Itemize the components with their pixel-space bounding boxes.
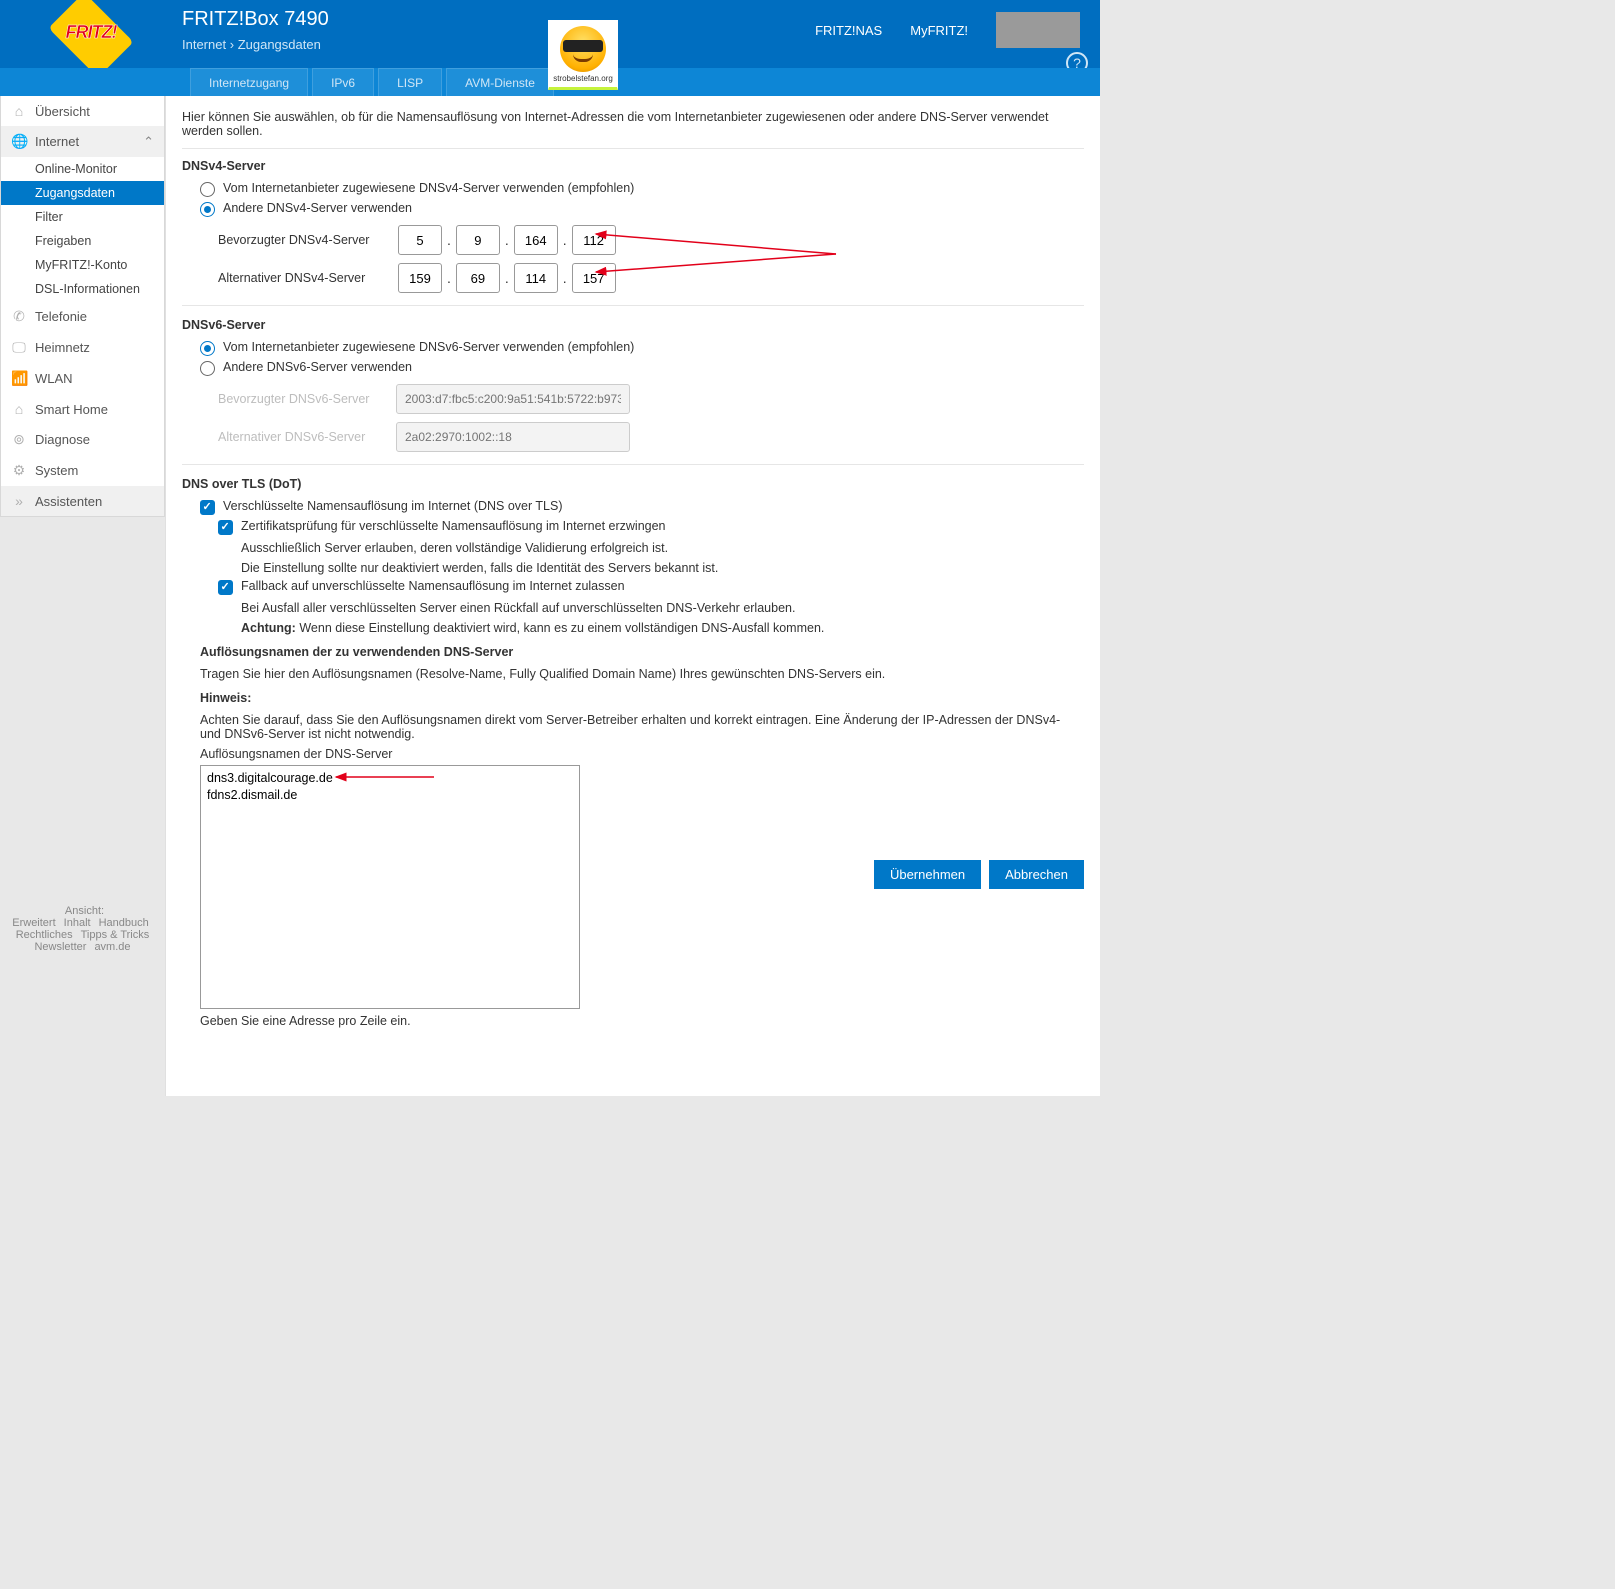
sidebar-item-smarthome[interactable]: ⌂Smart Home [1,394,164,424]
v4-alt-octet-4[interactable] [572,263,616,293]
v4-pref-octet-3[interactable] [514,225,558,255]
sidebar-item-filter[interactable]: Filter [1,205,164,229]
sidebar-item-telefonie[interactable]: ✆Telefonie [1,301,164,332]
hint-title: Hinweis: [200,691,1084,705]
tab-lisp[interactable]: LISP [378,68,442,96]
gear-icon: ⚙ [11,462,27,479]
intro-text: Hier können Sie auswählen, ob für die Na… [182,110,1084,149]
sidebar-item-internet[interactable]: 🌐Internet⌃ [1,126,164,157]
sidebar-item-assistenten[interactable]: »Assistenten [1,486,164,516]
v4-pref-octet-2[interactable] [456,225,500,255]
v6-alt-label: Alternativer DNSv6-Server [218,430,396,444]
v4-pref-label: Bevorzugter DNSv4-Server [218,233,396,247]
checkbox-dot-enable[interactable] [200,500,215,515]
radio-v4-provider[interactable] [200,182,215,197]
footer-newsletter[interactable]: Newsletter [34,941,86,953]
v4-pref-octet-4[interactable] [572,225,616,255]
breadcrumb-root[interactable]: Internet [182,37,226,52]
network-icon: 🖵 [11,339,27,356]
sidebar-item-uebersicht[interactable]: ⌂Übersicht [1,96,164,126]
footer-inhalt[interactable]: Inhalt [64,917,91,929]
resolve-names-textarea[interactable] [200,765,580,1009]
footer-avmde[interactable]: avm.de [94,941,130,953]
phone-icon: ✆ [11,308,27,325]
dnsv4-title: DNSv4-Server [182,159,1084,173]
v6-alt-input [396,422,630,452]
apply-button[interactable]: Übernehmen [874,860,981,889]
breadcrumb-leaf: Zugangsdaten [238,37,321,52]
wifi-icon: 📶 [11,370,27,387]
sidebar-item-freigaben[interactable]: Freigaben [1,229,164,253]
user-box[interactable] [996,12,1080,48]
sidebar-item-heimnetz[interactable]: 🖵Heimnetz [1,332,164,363]
v4-alt-octet-3[interactable] [514,263,558,293]
dot-title: DNS over TLS (DoT) [182,477,1084,491]
sidebar: ⌂Übersicht 🌐Internet⌃ Online-Monitor Zug… [0,96,165,517]
v6-pref-label: Bevorzugter DNSv6-Server [218,392,396,406]
tab-internetzugang[interactable]: Internetzugang [190,68,308,96]
sidebar-item-wlan[interactable]: 📶WLAN [1,363,164,394]
site-badge: strobelstefan.org [548,20,618,90]
globe-icon: 🌐 [11,133,27,150]
checkbox-dot-certcheck[interactable] [218,520,233,535]
nav-fritznas[interactable]: FRITZ!NAS [815,23,882,38]
sidebar-item-diagnose[interactable]: ⊚Diagnose [1,424,164,455]
content-area: Hier können Sie auswählen, ob für die Na… [165,96,1100,1096]
cancel-button[interactable]: Abbrechen [989,860,1084,889]
footer-tipps[interactable]: Tipps & Tricks [81,929,150,941]
dnsv6-title: DNSv6-Server [182,318,1084,332]
product-title: FRITZ!Box 7490 [182,8,815,31]
v4-pref-octet-1[interactable] [398,225,442,255]
smiley-icon [560,26,606,72]
logo[interactable]: FRITZ! [0,0,182,68]
v6-pref-input [396,384,630,414]
chevron-up-icon: ⌃ [143,134,154,150]
top-header: FRITZ! FRITZ!Box 7490 Internet › Zugangs… [0,0,1100,68]
wizard-icon: » [11,493,27,509]
home-icon: ⌂ [11,103,27,119]
breadcrumb: Internet › Zugangsdaten [182,37,815,52]
sidebar-item-system[interactable]: ⚙System [1,455,164,486]
nav-myfritz[interactable]: MyFRITZ! [910,23,968,38]
resolve-title: Auflösungsnamen der zu verwendenden DNS-… [200,645,1084,659]
smarthome-icon: ⌂ [11,401,27,417]
checkbox-dot-fallback[interactable] [218,580,233,595]
sidebar-footer: Ansicht: ErweitertInhaltHandbuch Rechtli… [0,897,165,961]
sidebar-item-zugangsdaten[interactable]: Zugangsdaten [1,181,164,205]
sidebar-item-myfritz-konto[interactable]: MyFRITZ!-Konto [1,253,164,277]
radio-v6-custom[interactable] [200,361,215,376]
radio-v4-custom[interactable] [200,202,215,217]
footer-handbuch[interactable]: Handbuch [99,917,149,929]
sidebar-item-dsl-informationen[interactable]: DSL-Informationen [1,277,164,301]
tab-avm-dienste[interactable]: AVM-Dienste [446,68,554,96]
sidebar-item-online-monitor[interactable]: Online-Monitor [1,157,164,181]
tab-ipv6[interactable]: IPv6 [312,68,374,96]
v4-alt-label: Alternativer DNSv4-Server [218,271,396,285]
radio-v6-provider[interactable] [200,341,215,356]
v4-alt-octet-1[interactable] [398,263,442,293]
v4-alt-octet-2[interactable] [456,263,500,293]
footer-rechtliches[interactable]: Rechtliches [16,929,73,941]
diagnose-icon: ⊚ [11,431,27,448]
